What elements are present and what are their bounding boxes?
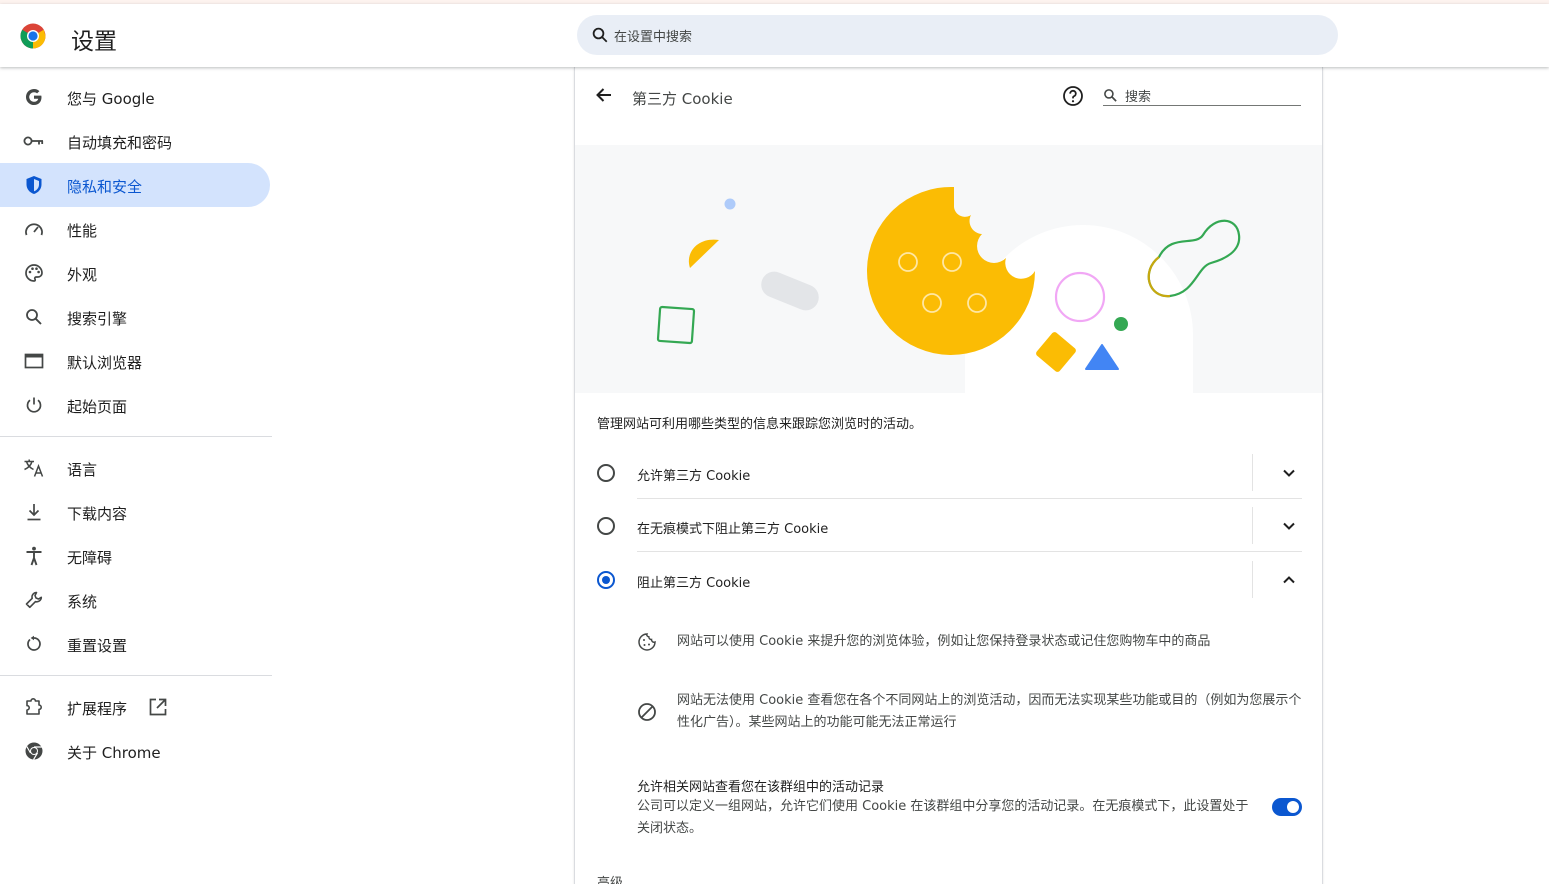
block-icon — [638, 703, 656, 721]
detail-cookie-benefit: 网站可以使用 Cookie 来提升您的浏览体验，例如让您保持登录状态或记住您购物… — [637, 631, 1302, 655]
sidebar-item-default-browser[interactable]: 默认浏览器 — [0, 339, 270, 383]
row-divider — [1252, 561, 1253, 598]
detail-cookie-blocked: 网站无法使用 Cookie 查看您在各个不同网站上的浏览活动，因而无法实现某些功… — [637, 690, 1302, 736]
sidebar-divider — [0, 675, 272, 676]
sidebar-item-label: 起始页面 — [67, 398, 128, 416]
sidebar-item-about-chrome[interactable]: 关于 Chrome — [0, 729, 270, 773]
option-allow-third-party-cookies[interactable]: 允许第三方 Cookie — [597, 446, 1302, 499]
help-icon[interactable] — [1062, 85, 1084, 107]
sidebar-item-privacy[interactable]: 隐私和安全 — [0, 163, 270, 207]
search-placeholder: 在设置中搜索 — [614, 30, 693, 45]
sidebar-item-languages[interactable]: 语言 — [0, 446, 270, 490]
translate-icon — [23, 457, 45, 479]
puzzle-icon — [23, 696, 45, 718]
reset-icon — [23, 633, 45, 655]
search-icon — [592, 27, 608, 43]
page-title: 设置 — [71, 29, 117, 55]
sidebar-item-search-engine[interactable]: 搜索引擎 — [0, 295, 270, 339]
row-divider — [1252, 454, 1253, 491]
sidebar-item-label: 隐私和安全 — [67, 178, 143, 196]
google-g-icon — [23, 86, 45, 108]
option-label: 在无痕模式下阻止第三方 Cookie — [637, 522, 829, 537]
sidebar-item-accessibility[interactable]: 无障碍 — [0, 534, 270, 578]
sidebar-item-label: 默认浏览器 — [67, 354, 143, 372]
advanced-section-heading: 高级 — [597, 876, 624, 884]
sidebar-item-label: 自动填充和密码 — [67, 134, 173, 152]
sidebar-item-label: 您与 Google — [67, 90, 155, 108]
sidebar-item-extensions[interactable]: 扩展程序 — [0, 685, 270, 729]
shield-icon — [23, 174, 45, 196]
sidebar-item-system[interactable]: 系统 — [0, 578, 270, 622]
palette-icon — [23, 262, 45, 284]
search-icon — [23, 306, 45, 328]
power-icon — [23, 394, 45, 416]
sidebar-item-label: 重置设置 — [67, 637, 128, 655]
radio-block-third-party-cookies[interactable] — [597, 571, 615, 589]
sidebar-item-you-and-google[interactable]: 您与 Google — [0, 75, 270, 119]
speedometer-icon — [23, 218, 45, 240]
sidebar-divider — [0, 436, 272, 437]
wrench-icon — [23, 589, 45, 611]
chevron-down-icon[interactable] — [1280, 517, 1298, 535]
header: 设置 在设置中搜索 — [0, 4, 1549, 67]
page-description: 管理网站可利用哪些类型的信息来跟踪您浏览时的活动。 — [597, 417, 923, 432]
download-icon — [23, 501, 45, 523]
subpage-title: 第三方 Cookie — [632, 90, 733, 108]
sidebar: 您与 Google 自动填充和密码 隐私和安全 性能 外观 搜索引擎 默认浏览器… — [0, 75, 272, 773]
sidebar-item-label: 扩展程序 — [67, 700, 128, 718]
sidebar-item-label: 性能 — [67, 222, 98, 240]
key-icon — [23, 130, 45, 152]
cookie-icon — [638, 633, 656, 651]
sidebar-item-label: 系统 — [67, 593, 98, 611]
sidebar-item-label: 搜索引擎 — [67, 310, 128, 328]
settings-search-input[interactable]: 在设置中搜索 — [577, 15, 1338, 55]
sidebar-item-reset[interactable]: 重置设置 — [0, 622, 270, 666]
related-sites-description: 公司可以定义一组网站，允许它们使用 Cookie 在该群组中分享您的活动记录。在… — [637, 799, 1249, 836]
sidebar-item-downloads[interactable]: 下载内容 — [0, 490, 270, 534]
accessibility-icon — [23, 545, 45, 567]
external-link-icon — [149, 698, 167, 716]
sidebar-item-on-startup[interactable]: 起始页面 — [0, 383, 270, 427]
browser-window-icon — [23, 350, 45, 372]
row-separator — [637, 551, 1302, 552]
subpage-search-input[interactable]: 搜索 — [1103, 84, 1301, 106]
chevron-down-icon[interactable] — [1280, 464, 1298, 482]
related-sites-title: 允许相关网站查看您在该群组中的活动记录 — [637, 780, 885, 795]
related-sites-toggle[interactable] — [1272, 798, 1302, 816]
detail-text: 网站可以使用 Cookie 来提升您的浏览体验，例如让您保持登录状态或记住您购物… — [677, 634, 1211, 649]
sidebar-item-autofill[interactable]: 自动填充和密码 — [0, 119, 270, 163]
sidebar-item-label: 无障碍 — [67, 549, 113, 567]
cookie-illustration-banner — [575, 145, 1322, 393]
chrome-icon — [23, 740, 45, 762]
back-arrow-icon[interactable] — [593, 84, 615, 106]
chrome-logo-icon — [20, 23, 46, 49]
row-divider — [1252, 507, 1253, 544]
option-block-third-party-cookies[interactable]: 阻止第三方 Cookie — [597, 553, 1302, 606]
chevron-up-icon[interactable] — [1280, 571, 1298, 589]
detail-text: 网站无法使用 Cookie 查看您在各个不同网站上的浏览活动，因而无法实现某些功… — [677, 693, 1302, 730]
option-label: 阻止第三方 Cookie — [637, 576, 751, 591]
option-label: 允许第三方 Cookie — [637, 469, 751, 484]
radio-allow-third-party-cookies[interactable] — [597, 464, 615, 482]
sidebar-item-label: 关于 Chrome — [67, 744, 161, 762]
subpage-search-placeholder: 搜索 — [1125, 90, 1152, 105]
sidebar-item-label: 语言 — [67, 461, 98, 479]
sidebar-item-performance[interactable]: 性能 — [0, 207, 270, 251]
sidebar-item-label: 外观 — [67, 266, 98, 284]
search-icon — [1104, 89, 1117, 102]
option-block-in-incognito[interactable]: 在无痕模式下阻止第三方 Cookie — [597, 499, 1302, 552]
sidebar-item-appearance[interactable]: 外观 — [0, 251, 270, 295]
third-party-cookies-card: 第三方 Cookie 搜索 管理网站可利用哪些类型的信息来跟踪您浏览时的活动。 … — [574, 67, 1323, 884]
sidebar-item-label: 下载内容 — [67, 505, 128, 523]
cookie-illustration — [656, 186, 1241, 393]
radio-block-in-incognito[interactable] — [597, 517, 615, 535]
